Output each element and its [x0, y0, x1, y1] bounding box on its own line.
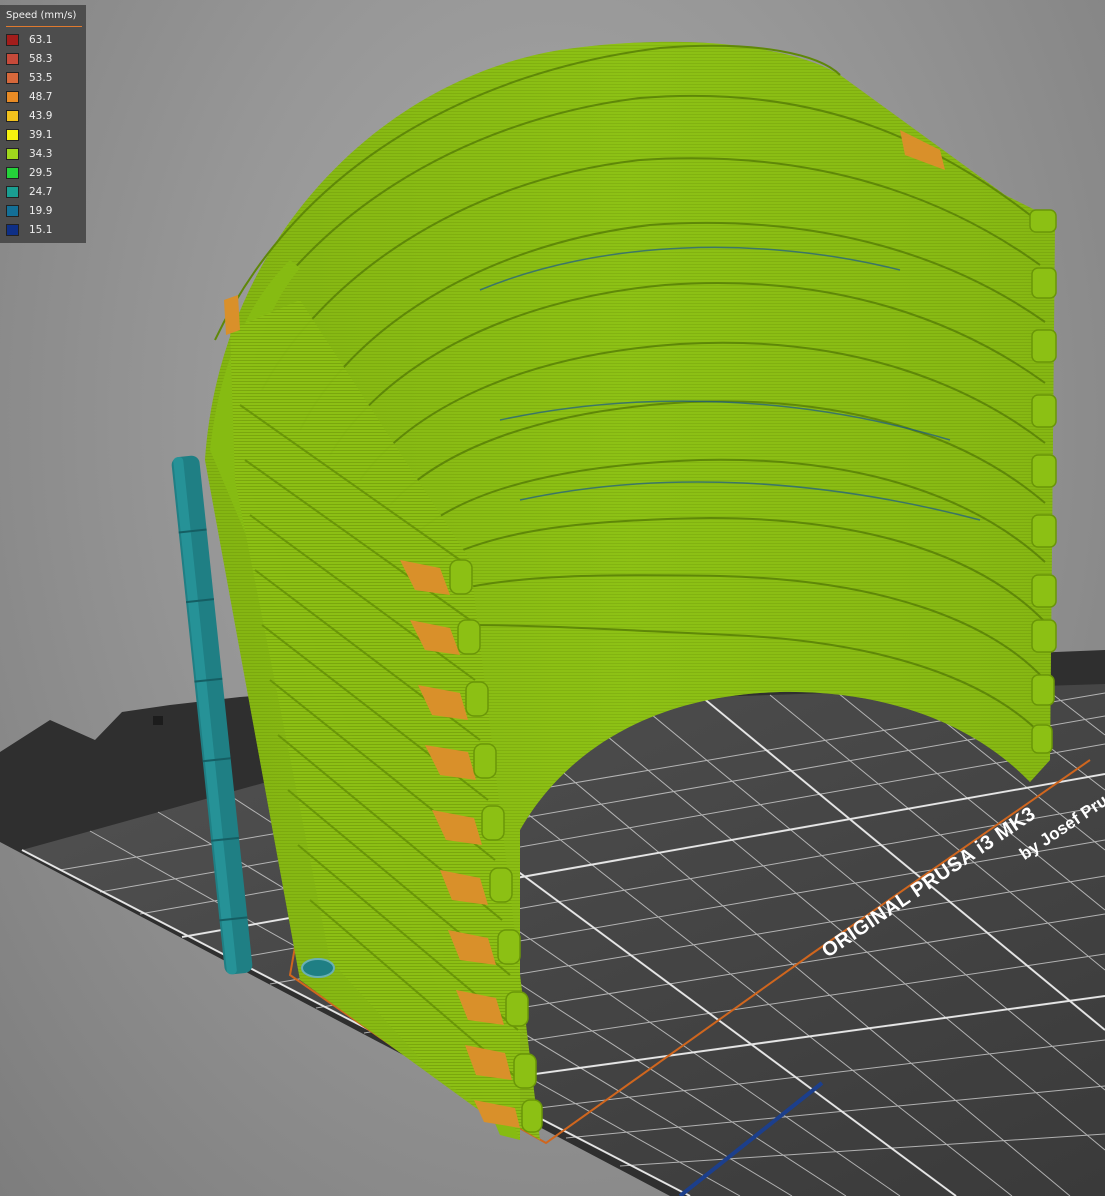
bed-mount-peg [153, 716, 163, 725]
legend-row: 29.5 [6, 163, 86, 182]
legend-divider [6, 26, 82, 27]
legend-swatch [6, 204, 19, 217]
legend-row: 39.1 [6, 125, 86, 144]
legend-value: 48.7 [29, 90, 53, 103]
legend-swatch [6, 166, 19, 179]
legend-swatch [6, 71, 19, 84]
legend-swatch [6, 52, 19, 65]
legend-row: 48.7 [6, 87, 86, 106]
3d-preview-viewport[interactable]: Speed (mm/s) 63.1 58.3 53.5 48.7 43.9 39… [0, 0, 1105, 1196]
gcode-preview-scene[interactable] [0, 0, 1105, 1196]
legend-row: 58.3 [6, 49, 86, 68]
legend-row: 43.9 [6, 106, 86, 125]
legend-swatch [6, 90, 19, 103]
legend-row: 15.1 [6, 220, 86, 239]
legend-value: 53.5 [29, 71, 53, 84]
legend-row: 24.7 [6, 182, 86, 201]
legend-value: 43.9 [29, 109, 53, 122]
legend-value: 39.1 [29, 128, 53, 141]
legend-value: 63.1 [29, 33, 53, 46]
speed-legend: Speed (mm/s) 63.1 58.3 53.5 48.7 43.9 39… [0, 5, 86, 243]
legend-row: 53.5 [6, 68, 86, 87]
legend-swatch [6, 109, 19, 122]
legend-value: 24.7 [29, 185, 53, 198]
legend-row: 34.3 [6, 144, 86, 163]
legend-value: 34.3 [29, 147, 53, 160]
legend-row: 19.9 [6, 201, 86, 220]
legend-value: 29.5 [29, 166, 53, 179]
legend-swatch [6, 33, 19, 46]
legend-title: Speed (mm/s) [6, 10, 77, 21]
legend-value: 58.3 [29, 52, 53, 65]
legend-swatch [6, 185, 19, 198]
legend-swatch [6, 128, 19, 141]
legend-swatch [6, 223, 19, 236]
legend-row: 63.1 [6, 30, 86, 49]
legend-swatch [6, 147, 19, 160]
legend-value: 19.9 [29, 204, 53, 217]
legend-value: 15.1 [29, 223, 53, 236]
